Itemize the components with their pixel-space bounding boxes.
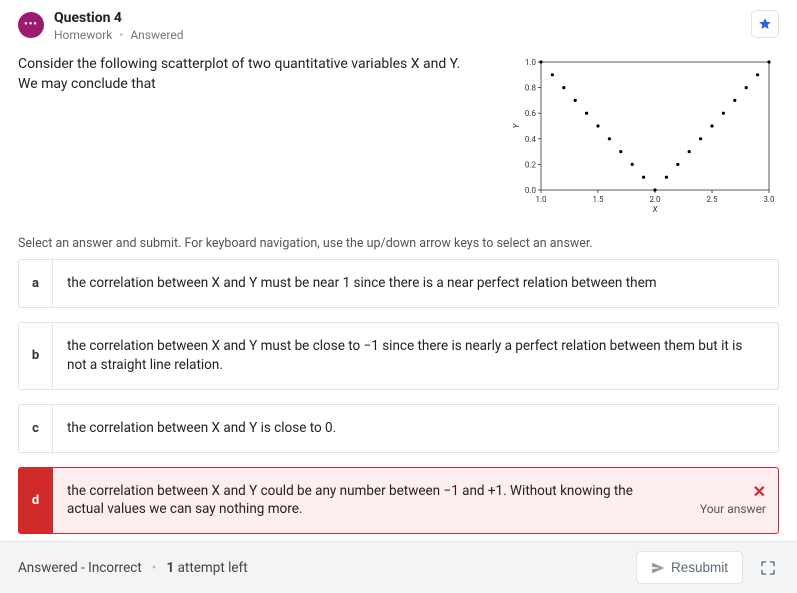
dot-separator: • bbox=[152, 560, 157, 576]
resubmit-label: Resubmit bbox=[671, 560, 728, 575]
svg-text:X: X bbox=[652, 205, 659, 214]
question-title: Question 4 bbox=[54, 10, 741, 26]
option-c[interactable]: c the correlation between X and Y is clo… bbox=[18, 404, 779, 453]
svg-text:3.0: 3.0 bbox=[763, 195, 775, 204]
answer-options: a the correlation between X and Y must b… bbox=[0, 259, 797, 534]
scatterplot-svg: 1.0 1.5 2.0 2.5 3.0 0.0 0.2 0.4 0.6 0.8 1.0 X Y bbox=[509, 54, 779, 214]
footer-bar: Answered - Incorrect • 1 attempt left Re… bbox=[0, 541, 797, 593]
option-text: the correlation between X and Y must be … bbox=[53, 323, 778, 389]
svg-text:0.6: 0.6 bbox=[525, 109, 537, 118]
incorrect-x-icon: ✕ bbox=[753, 484, 766, 500]
svg-text:1.5: 1.5 bbox=[592, 195, 604, 204]
svg-text:0.8: 0.8 bbox=[525, 84, 537, 93]
star-button[interactable] bbox=[751, 10, 779, 38]
svg-text:2.5: 2.5 bbox=[706, 195, 718, 204]
prompt-line-1: Consider the following scatterplot of tw… bbox=[18, 56, 460, 72]
svg-text:1.0: 1.0 bbox=[525, 58, 537, 67]
svg-text:2.0: 2.0 bbox=[649, 195, 661, 204]
question-status: Answered bbox=[130, 28, 183, 42]
question-header: ••• Question 4 Homework • Answered bbox=[0, 0, 797, 48]
answer-instruction: Select an answer and submit. For keyboar… bbox=[0, 222, 797, 259]
star-icon bbox=[758, 17, 772, 31]
paper-plane-icon bbox=[651, 561, 665, 575]
answer-status: Answered - Incorrect bbox=[18, 560, 142, 576]
attempts-left: 1 attempt left bbox=[166, 560, 247, 576]
svg-text:0.2: 0.2 bbox=[525, 160, 537, 169]
option-text: the correlation between X and Y must be … bbox=[53, 260, 778, 307]
svg-text:1.0: 1.0 bbox=[535, 195, 547, 204]
fullscreen-icon bbox=[760, 560, 776, 576]
chat-bubble-icon: ••• bbox=[18, 12, 44, 38]
option-letter: a bbox=[19, 260, 53, 307]
title-block: Question 4 Homework • Answered bbox=[54, 10, 741, 42]
svg-text:0.4: 0.4 bbox=[525, 135, 537, 144]
option-text: the correlation between X and Y could be… bbox=[53, 468, 678, 534]
your-answer-label: Your answer bbox=[700, 502, 766, 516]
question-type: Homework bbox=[54, 28, 112, 42]
option-d[interactable]: d the correlation between X and Y could … bbox=[18, 467, 779, 535]
option-text: the correlation between X and Y is close… bbox=[53, 405, 778, 452]
question-prompt: Consider the following scatterplot of tw… bbox=[18, 54, 489, 218]
dot-separator: • bbox=[119, 28, 123, 42]
option-letter: b bbox=[19, 323, 53, 389]
scatterplot-figure: 1.0 1.5 2.0 2.5 3.0 0.0 0.2 0.4 0.6 0.8 1.0 X Y bbox=[509, 54, 779, 218]
option-letter: d bbox=[19, 468, 53, 534]
question-body: Consider the following scatterplot of tw… bbox=[0, 48, 797, 222]
resubmit-button[interactable]: Resubmit bbox=[636, 551, 743, 584]
svg-text:Y: Y bbox=[512, 122, 521, 128]
option-a[interactable]: a the correlation between X and Y must b… bbox=[18, 259, 779, 308]
question-subtitle: Homework • Answered bbox=[54, 28, 741, 42]
svg-text:0.0: 0.0 bbox=[525, 186, 537, 195]
option-letter: c bbox=[19, 405, 53, 452]
selected-feedback: ✕ Your answer bbox=[678, 468, 778, 534]
prompt-line-2: We may conclude that bbox=[18, 76, 156, 92]
option-b[interactable]: b the correlation between X and Y must b… bbox=[18, 322, 779, 390]
fullscreen-button[interactable] bbox=[757, 557, 779, 579]
attempts-suffix: attempt left bbox=[174, 560, 247, 576]
